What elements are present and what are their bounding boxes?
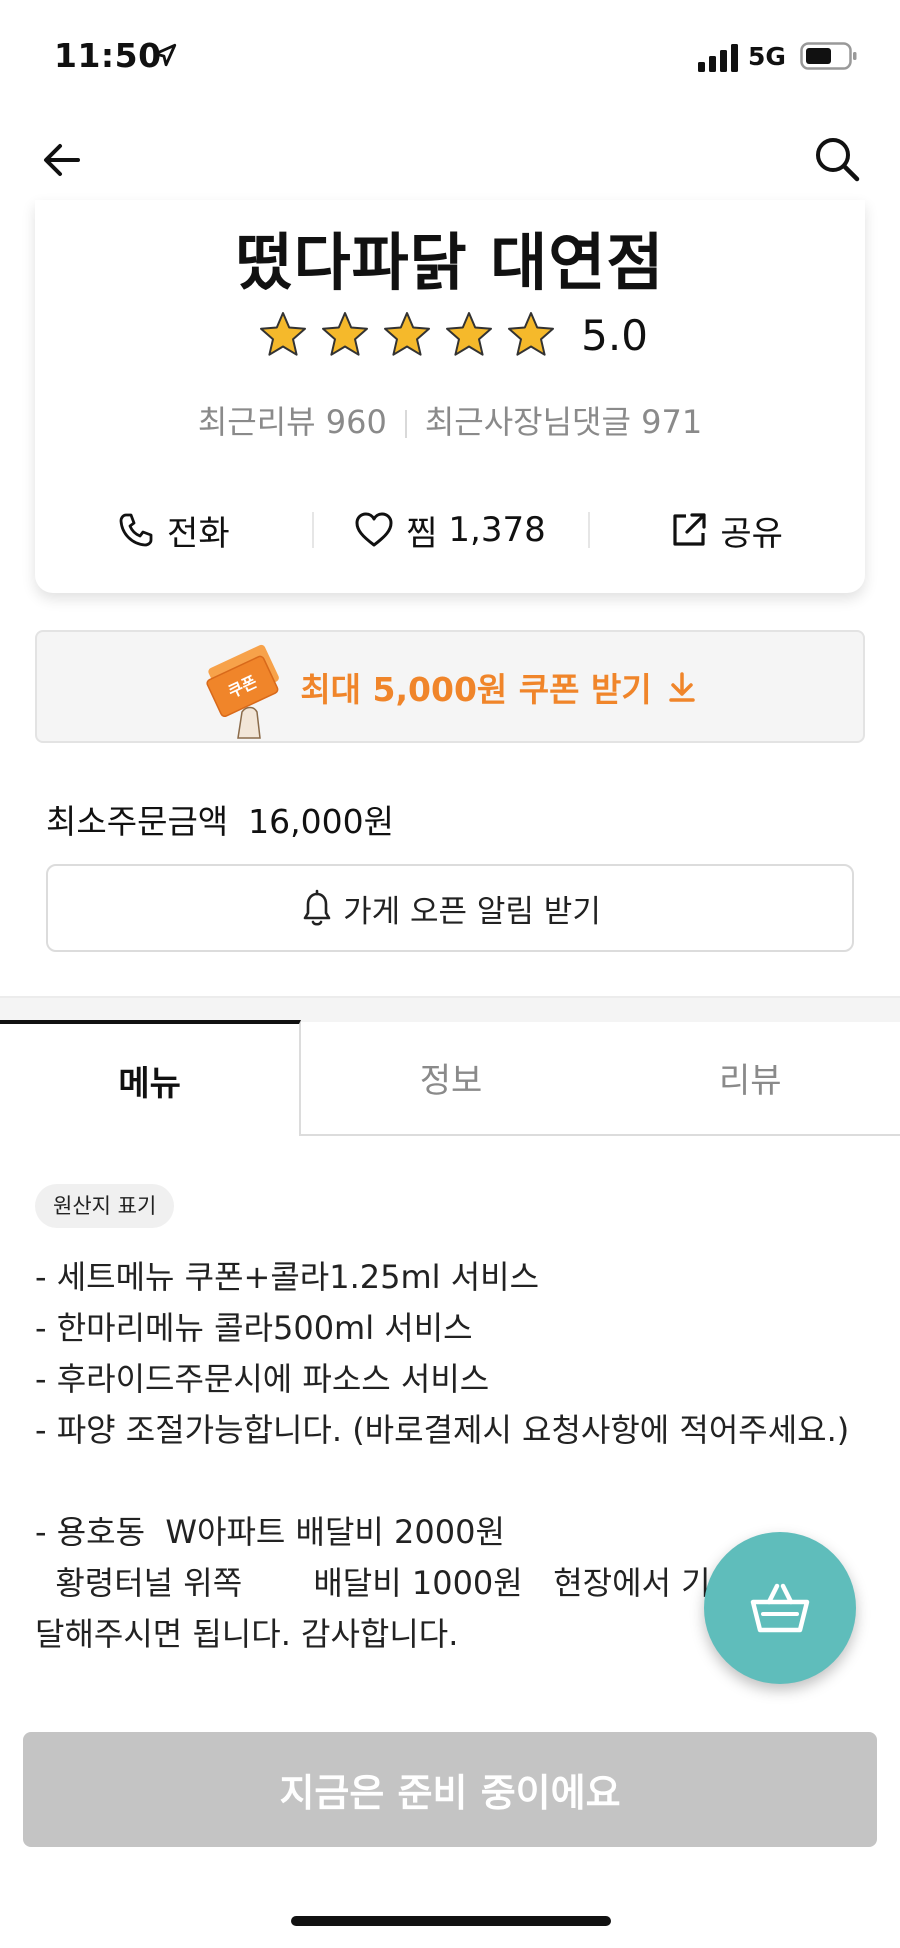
store-name: 떴다파닭 대연점 bbox=[235, 226, 665, 299]
coupon-illustration: 쿠폰 bbox=[206, 644, 280, 739]
star-icon bbox=[384, 312, 431, 356]
store-tabs: 메뉴 정보 리뷰 bbox=[0, 1020, 900, 1136]
open-notification-button[interactable]: 가게 오픈 알림 받기 bbox=[46, 864, 854, 952]
star-icon bbox=[260, 312, 307, 356]
owner-replies-label: 최근사장님댓글 bbox=[424, 403, 631, 441]
back-arrow-icon[interactable] bbox=[38, 136, 86, 184]
rating-value: 5.0 bbox=[581, 310, 648, 360]
heart-icon bbox=[355, 512, 393, 547]
signal-icon bbox=[698, 44, 738, 72]
like-label: 찜 bbox=[406, 513, 438, 554]
coupon-download-banner[interactable]: 쿠폰 최대 5,000원 쿠폰 받기 bbox=[35, 630, 865, 743]
phone-icon bbox=[119, 513, 153, 547]
share-label: 공유 bbox=[720, 513, 783, 554]
share-button[interactable]: 공유 bbox=[588, 500, 865, 560]
star-icon bbox=[508, 312, 555, 356]
battery-icon bbox=[800, 42, 857, 70]
like-count: 1,378 bbox=[448, 510, 546, 550]
star-icon bbox=[446, 312, 493, 356]
tab-reviews[interactable]: 리뷰 bbox=[601, 1020, 900, 1134]
notify-label: 가게 오픈 알림 받기 bbox=[343, 893, 601, 930]
bell-icon bbox=[303, 889, 331, 926]
location-arrow-icon bbox=[153, 43, 177, 67]
rating-stars bbox=[252, 310, 562, 360]
share-icon bbox=[673, 513, 706, 546]
origin-label-button[interactable]: 원산지 표기 bbox=[35, 1184, 175, 1228]
review-counts[interactable]: 최근리뷰 960 최근사장님댓글 971 bbox=[35, 397, 865, 443]
like-button[interactable]: 찜 1,378 bbox=[311, 500, 589, 560]
min-order-value: 16,000원 bbox=[248, 802, 394, 841]
store-info-card: 떴다파닭 대연점 5.0 최근리뷰 960 최근사장님댓글 971 전화 찜 1,… bbox=[35, 200, 865, 593]
rating-row: 5.0 bbox=[35, 310, 865, 370]
section-divider bbox=[0, 996, 900, 1022]
tab-menu[interactable]: 메뉴 bbox=[0, 1020, 302, 1136]
owner-replies-count: 971 bbox=[641, 403, 703, 441]
call-button[interactable]: 전화 bbox=[35, 500, 312, 560]
search-icon[interactable] bbox=[812, 134, 862, 184]
minimum-order: 최소주문금액 16,000원 bbox=[46, 795, 394, 843]
call-label: 전화 bbox=[167, 513, 230, 554]
recent-reviews-count: 960 bbox=[325, 403, 387, 441]
home-indicator bbox=[291, 1916, 611, 1926]
network-type: 5G bbox=[748, 42, 786, 71]
divider bbox=[404, 410, 407, 438]
basket-icon bbox=[750, 1583, 810, 1633]
tab-info[interactable]: 정보 bbox=[301, 1020, 600, 1134]
recent-reviews-label: 최근리뷰 bbox=[197, 403, 316, 441]
star-icon bbox=[322, 312, 369, 356]
status-time: 11:50 bbox=[54, 36, 162, 75]
status-bar: 11:50 5G bbox=[0, 0, 900, 110]
coupon-text: 최대 5,000원 쿠폰 받기 bbox=[300, 669, 652, 709]
cart-button[interactable] bbox=[704, 1532, 856, 1684]
order-button-disabled: 지금은 준비 중이에요 bbox=[23, 1732, 877, 1847]
store-actions: 전화 찜 1,378 공유 bbox=[35, 500, 865, 560]
min-order-label: 최소주문금액 bbox=[46, 802, 229, 841]
download-icon bbox=[668, 671, 695, 702]
